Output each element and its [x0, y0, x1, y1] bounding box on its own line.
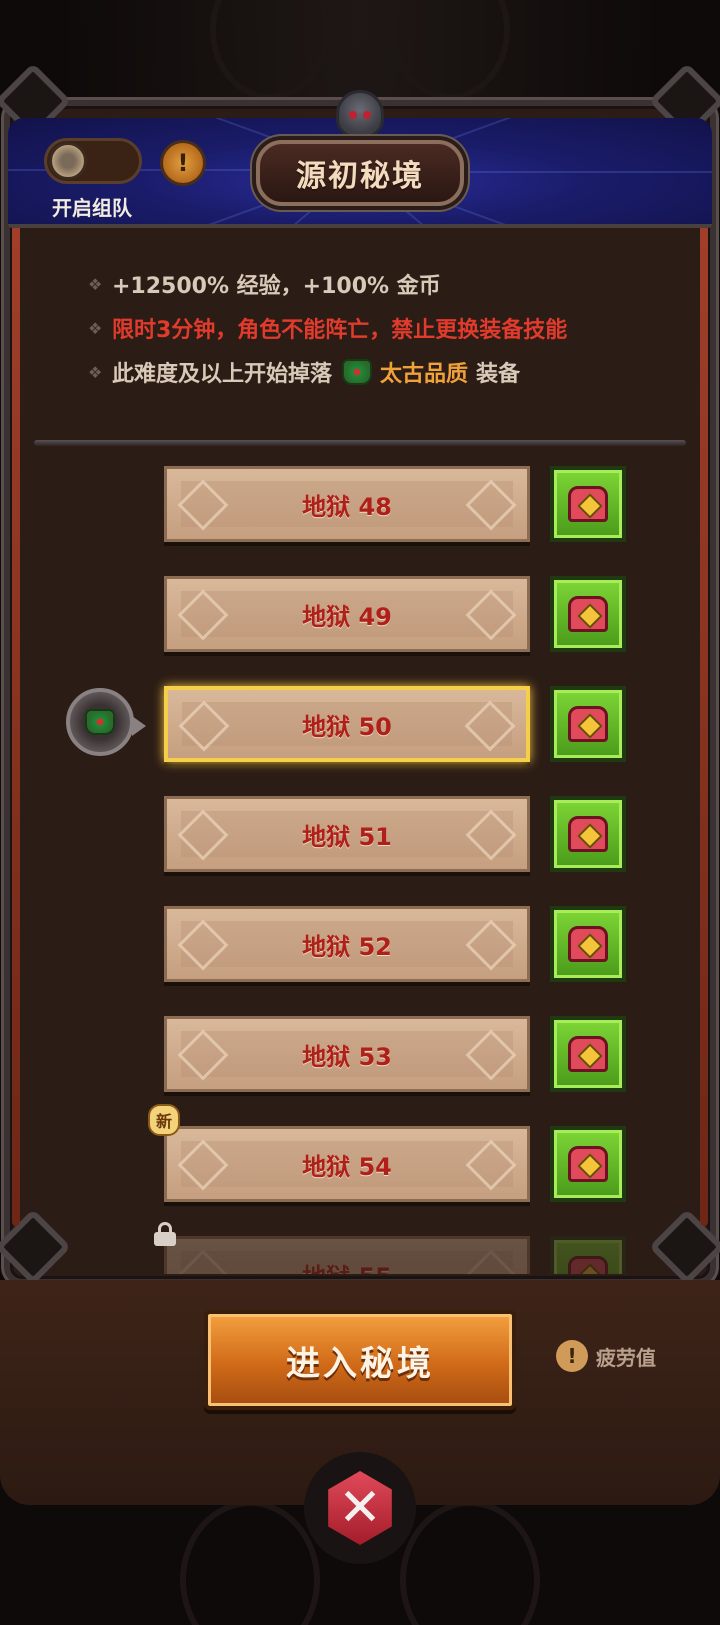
difficulty-plaque[interactable]: 地狱 52: [164, 906, 530, 982]
exclamation-icon: !: [556, 1340, 588, 1372]
difficulty-plaque[interactable]: 地狱 53: [164, 1016, 530, 1092]
green-gem-icon: [85, 709, 115, 735]
bullet-icon: ❖: [88, 274, 103, 294]
close-x-icon: ✕: [328, 1471, 392, 1545]
difficulty-label: 地狱 50: [302, 712, 392, 741]
difficulty-row[interactable]: 地狱 49: [30, 576, 690, 660]
difficulty-label: 地狱 55: [302, 1257, 392, 1275]
info-button[interactable]: !: [160, 140, 206, 186]
background-swirl: [400, 1500, 540, 1625]
treasure-chest-icon: [568, 1256, 608, 1274]
background-swirl: [390, 0, 510, 100]
difficulty-plaque[interactable]: 地狱 49: [164, 576, 530, 652]
reward-chest-button[interactable]: [550, 1126, 626, 1202]
current-position-marker: [66, 688, 146, 756]
skull-emblem-icon: [336, 90, 384, 138]
difficulty-plaque-selected[interactable]: 地狱 50: [164, 686, 530, 762]
divider: [34, 440, 686, 446]
reward-chest-button-locked: [550, 1236, 626, 1274]
difficulty-label: 地狱 54: [302, 1152, 392, 1181]
info-line-rules: ❖ 限时3分钟，角色不能阵亡，禁止更换装备技能: [88, 312, 567, 344]
info-drop-quality: 太古品质: [380, 362, 469, 387]
reward-chest-button[interactable]: [550, 686, 626, 762]
page-title: 源初秘境: [296, 159, 424, 194]
enter-dungeon-label: 进入秘境: [286, 1343, 434, 1384]
info-reward-text: +12500% 经验，+100% 金币: [112, 274, 441, 299]
panel-side-bar: [700, 176, 708, 1226]
difficulty-plaque[interactable]: 地狱 54: [164, 1126, 530, 1202]
background-swirl: [210, 0, 330, 100]
reward-chest-button[interactable]: [550, 906, 626, 982]
toggle-knob: [49, 142, 87, 180]
bullet-icon: ❖: [88, 362, 103, 382]
info-drop-suffix: 装备: [476, 362, 521, 387]
treasure-chest-icon: [568, 706, 608, 742]
difficulty-label: 地狱 48: [302, 492, 392, 521]
difficulty-row-new[interactable]: 地狱 54: [30, 1126, 690, 1210]
info-rules-text: 限时3分钟，角色不能阵亡，禁止更换装备技能: [112, 318, 568, 343]
info-line-reward: ❖ +12500% 经验，+100% 金币: [88, 268, 441, 300]
reward-chest-button[interactable]: [550, 1016, 626, 1092]
difficulty-row[interactable]: 地狱 48: [30, 466, 690, 550]
info-drop-prefix: 此难度及以上开始掉落: [112, 362, 333, 387]
title-badge: 源初秘境: [256, 140, 464, 206]
team-toggle[interactable]: [44, 138, 142, 184]
difficulty-list[interactable]: 地狱 48 地狱 49 地狱 50 地狱 51 地狱 52 地狱 53 地狱 5…: [30, 448, 690, 1274]
panel-side-bar: [12, 176, 20, 1226]
difficulty-row[interactable]: 地狱 51: [30, 796, 690, 880]
difficulty-row[interactable]: 地狱 53: [30, 1016, 690, 1100]
exclamation-icon: !: [177, 149, 189, 177]
difficulty-label: 地狱 53: [302, 1042, 392, 1071]
reward-chest-button[interactable]: [550, 576, 626, 652]
ancient-gear-icon: [342, 359, 373, 385]
difficulty-label: 地狱 51: [302, 822, 392, 851]
difficulty-row-locked: 地狱 55: [30, 1236, 690, 1274]
lock-icon: [154, 1222, 176, 1246]
difficulty-plaque-locked: 地狱 55: [164, 1236, 530, 1274]
fatigue-info[interactable]: ! 疲劳值: [556, 1340, 656, 1372]
info-line-drop: ❖ 此难度及以上开始掉落 太古品质 装备: [88, 356, 520, 388]
treasure-chest-icon: [568, 1036, 608, 1072]
difficulty-plaque[interactable]: 地狱 51: [164, 796, 530, 872]
bullet-icon: ❖: [88, 318, 103, 338]
treasure-chest-icon: [568, 596, 608, 632]
team-toggle-label: 开启组队: [52, 196, 132, 220]
reward-chest-button[interactable]: [550, 796, 626, 872]
difficulty-label: 地狱 52: [302, 932, 392, 961]
reward-chest-button[interactable]: [550, 466, 626, 542]
background-swirl: [180, 1500, 320, 1625]
treasure-chest-icon: [568, 926, 608, 962]
treasure-chest-icon: [568, 486, 608, 522]
difficulty-label: 地狱 49: [302, 602, 392, 631]
new-badge: 新: [148, 1104, 181, 1136]
treasure-chest-icon: [568, 1146, 608, 1182]
difficulty-plaque[interactable]: 地狱 48: [164, 466, 530, 542]
close-button[interactable]: ✕: [304, 1452, 416, 1564]
treasure-chest-icon: [568, 816, 608, 852]
fatigue-label: 疲劳值: [596, 1345, 656, 1370]
difficulty-row[interactable]: 地狱 52: [30, 906, 690, 990]
enter-dungeon-button[interactable]: 进入秘境: [204, 1310, 516, 1410]
